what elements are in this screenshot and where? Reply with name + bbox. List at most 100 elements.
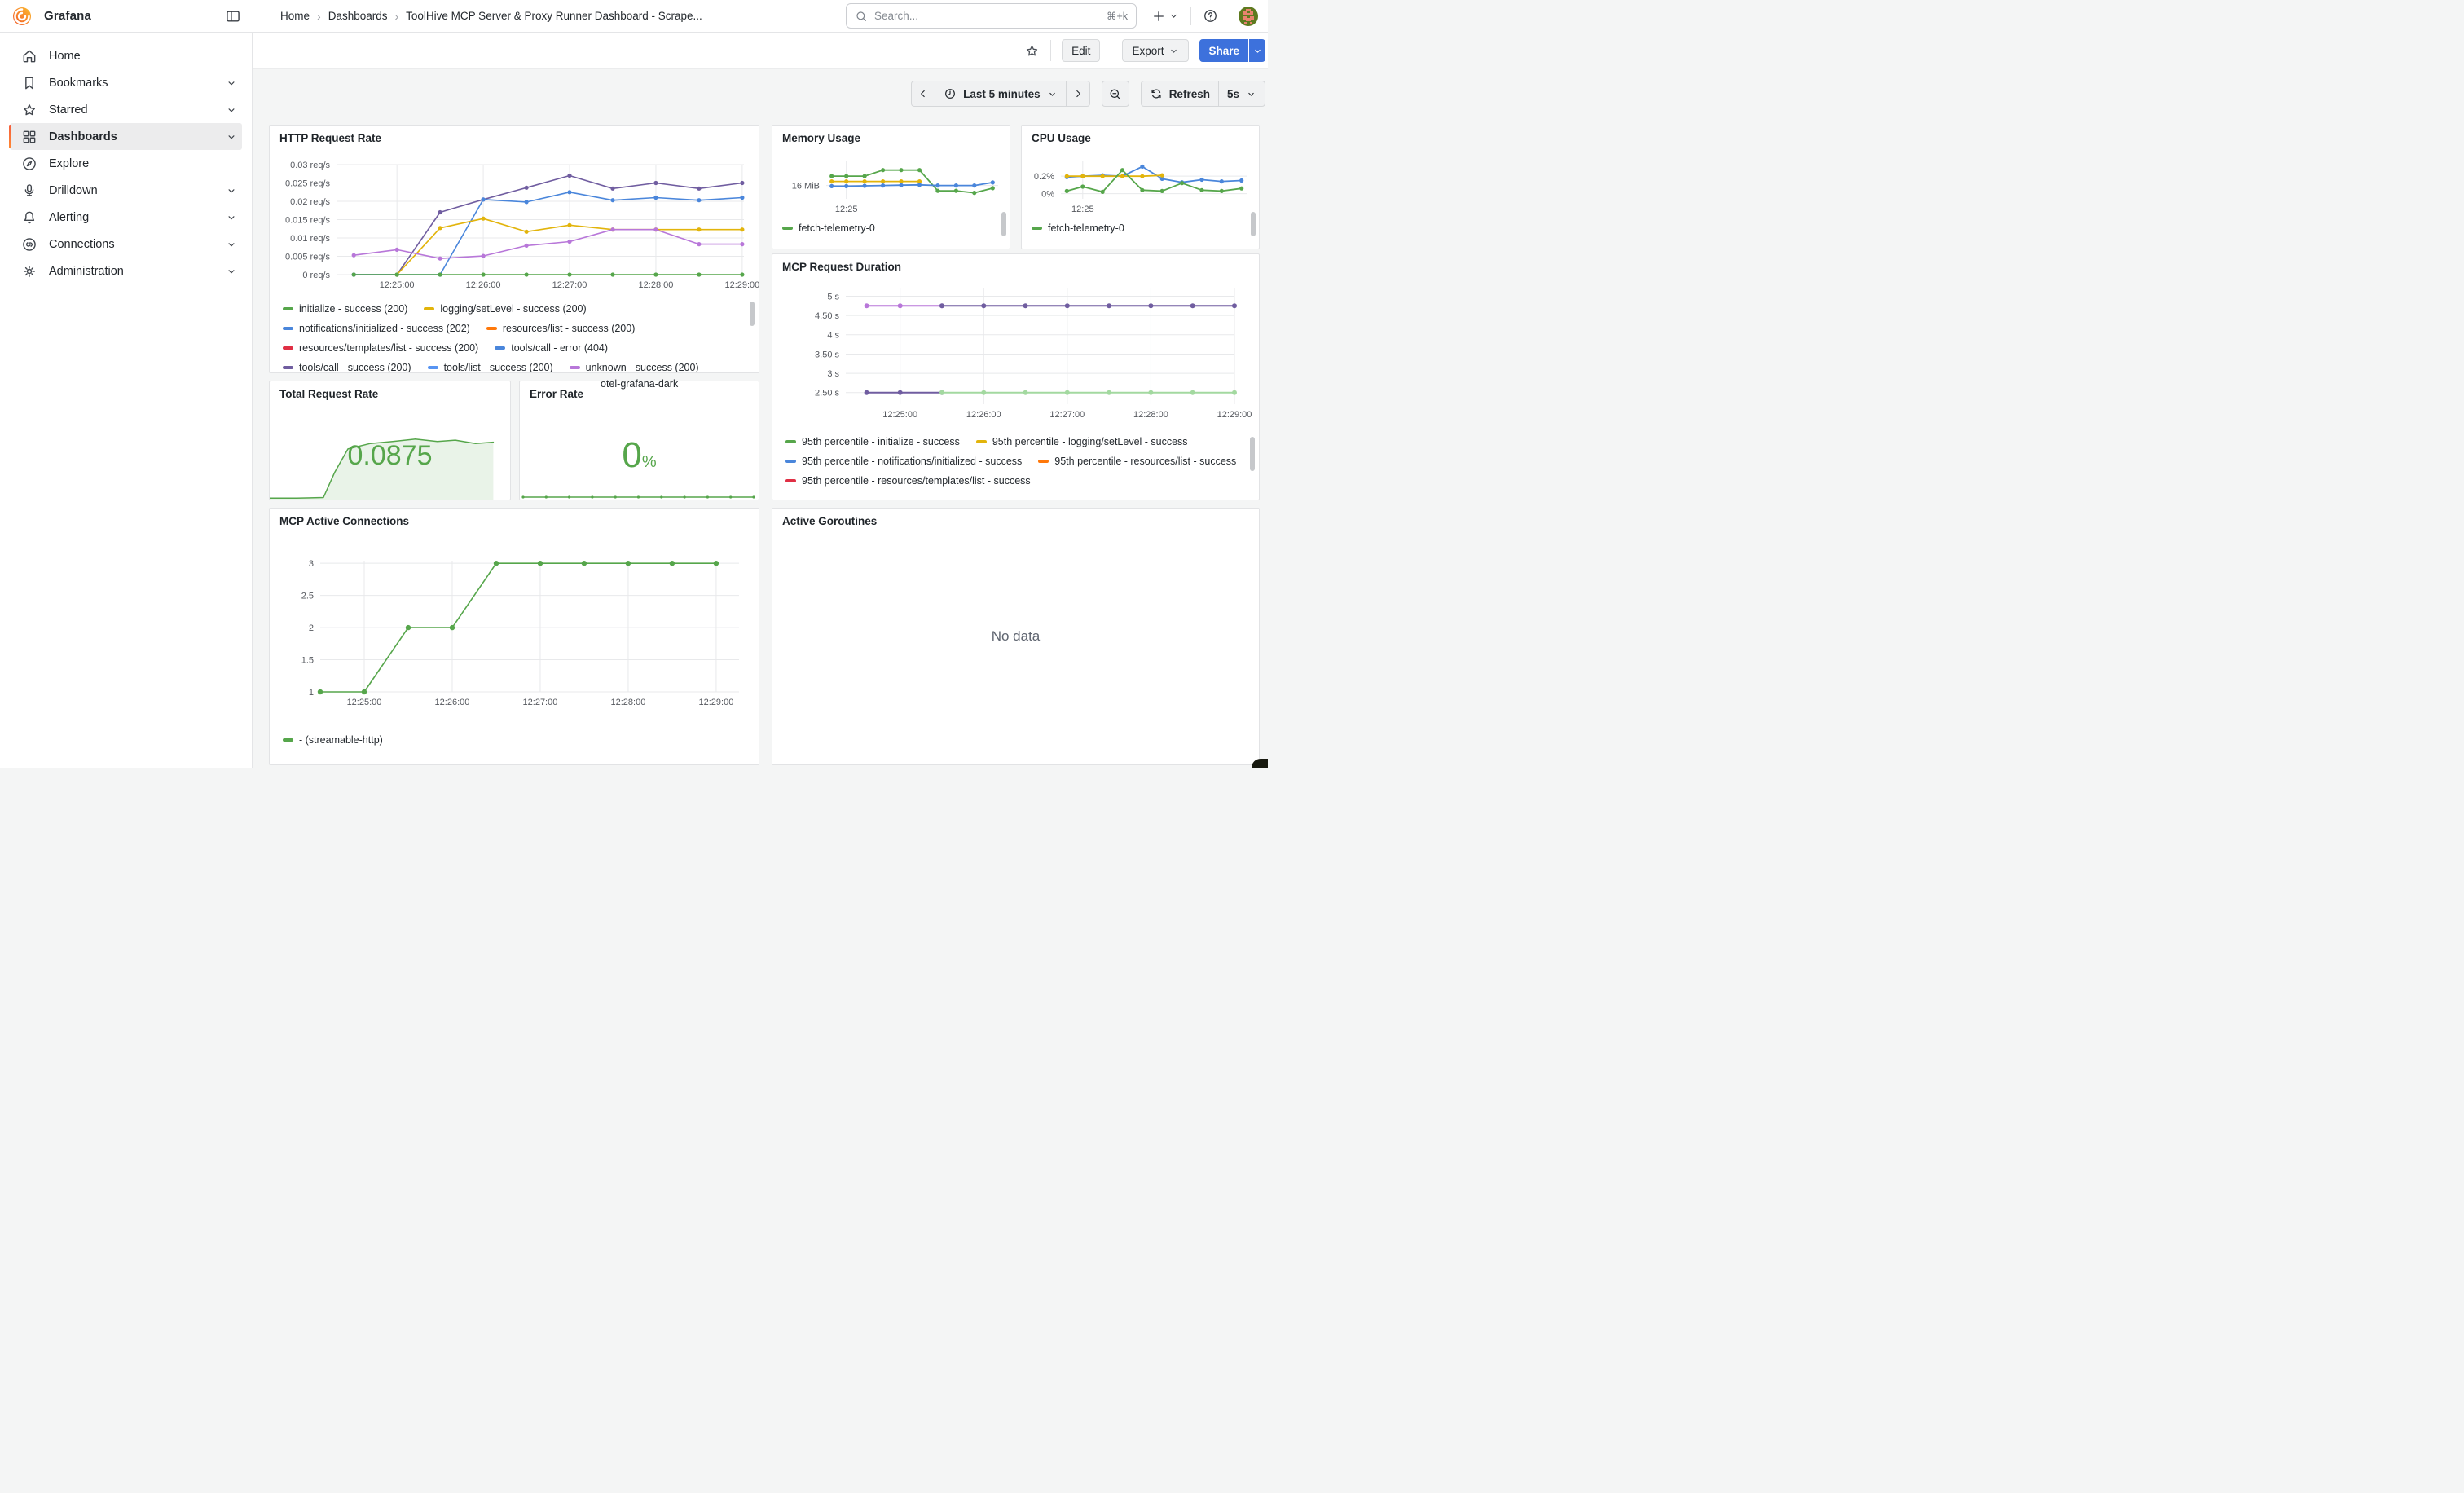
legend-item[interactable]: 95th percentile - resources/templates/li… (785, 471, 1031, 491)
legend-item[interactable]: fetch-telemetry-0 (1032, 218, 1124, 238)
svg-text:12:29:00: 12:29:00 (699, 698, 734, 707)
svg-text:3.50 s: 3.50 s (815, 350, 839, 359)
panel-title[interactable]: MCP Request Duration (782, 261, 901, 273)
chevron-down-icon (226, 239, 237, 250)
legend-swatch (785, 460, 796, 464)
grafana-logo-icon[interactable] (11, 6, 33, 27)
sidebar-item-home[interactable]: Home (10, 42, 242, 69)
svg-text:12:27:00: 12:27:00 (552, 280, 587, 290)
corner-widget[interactable] (1252, 759, 1268, 768)
legend-item[interactable]: logging/setLevel - success (200) (424, 299, 586, 319)
brand-area: Grafana (0, 0, 253, 32)
home-icon (21, 48, 37, 64)
legend-item[interactable]: tools/call - success (200) (283, 358, 411, 372)
sidebar-item-connections[interactable]: Connections (10, 231, 242, 258)
sidebar-item-label: Alerting (49, 211, 226, 224)
dashboard-content: Last 5 minutes Refresh 5s (253, 68, 1268, 768)
panel-http-request-rate: HTTP Request Rate 0.03 req/s0.025 req/s0… (269, 125, 759, 373)
legend-swatch (976, 440, 987, 444)
sidebar-item-alerting[interactable]: Alerting (10, 204, 242, 231)
panel-title[interactable]: Total Request Rate (279, 388, 378, 400)
svg-text:0 req/s: 0 req/s (302, 271, 330, 280)
legend-swatch (785, 479, 796, 483)
svg-text:0%: 0% (1041, 189, 1054, 199)
share-button[interactable]: Share (1199, 39, 1248, 62)
svg-text:4.50 s: 4.50 s (815, 311, 839, 321)
legend-item[interactable]: unknown - success (200) (570, 358, 699, 372)
export-button[interactable]: Export (1122, 39, 1189, 62)
legend-swatch (283, 307, 293, 311)
favorite-star-icon[interactable] (1024, 43, 1040, 59)
legend-item[interactable]: 95th percentile - initialize - success (785, 432, 960, 451)
legend-item[interactable]: - (streamable-http) (283, 730, 383, 750)
legend-scrollbar[interactable] (1001, 212, 1006, 236)
no-data-message: No data (772, 509, 1259, 764)
legend-item[interactable]: 95th percentile - logging/setLevel - suc… (976, 432, 1188, 451)
svg-text:2.50 s: 2.50 s (815, 389, 839, 399)
sidebar-item-starred[interactable]: Starred (10, 96, 242, 123)
legend-scrollbar[interactable] (1251, 212, 1256, 236)
panel-title[interactable]: Memory Usage (782, 132, 860, 144)
legend-item[interactable]: 95th percentile - resources/list - succe… (1038, 451, 1236, 471)
svg-text:12:26:00: 12:26:00 (435, 698, 470, 707)
refresh-interval-picker[interactable]: 5s (1218, 81, 1265, 107)
time-back-button[interactable] (911, 81, 935, 107)
refresh-icon (1150, 87, 1163, 100)
dock-sidebar-icon[interactable] (225, 8, 241, 24)
legend-item[interactable]: fetch-telemetry-0 (782, 218, 875, 238)
panel-title[interactable]: MCP Active Connections (279, 515, 409, 527)
legend-scrollbar[interactable] (750, 302, 755, 326)
legend-item[interactable]: tools/list - success (200) (428, 358, 553, 372)
legend-item[interactable]: resources/templates/list - success (200) (283, 338, 478, 358)
svg-text:12:26:00: 12:26:00 (966, 410, 1001, 420)
legend-item[interactable]: initialize - success (200) (283, 299, 407, 319)
legend-item[interactable]: notifications/initialized - success (202… (283, 319, 470, 338)
breadcrumb-item[interactable]: ToolHive MCP Server & Proxy Runner Dashb… (406, 10, 702, 22)
user-avatar[interactable] (1239, 7, 1258, 26)
legend-item[interactable]: tools/call - error (404) (495, 338, 608, 358)
chevron-down-icon (1047, 89, 1058, 99)
help-icon[interactable] (1199, 5, 1221, 27)
grafana-app: Grafana Home›Dashboards›ToolHive MCP Ser… (0, 0, 1268, 768)
panel-title[interactable]: HTTP Request Rate (279, 132, 381, 144)
sidebar-item-label: Administration (49, 265, 226, 278)
panel-title[interactable]: Active Goroutines (782, 515, 877, 527)
refresh-button[interactable]: Refresh (1141, 81, 1219, 107)
sidebar-item-explore[interactable]: Explore (10, 150, 242, 177)
zoom-out-button[interactable] (1102, 81, 1129, 107)
add-button[interactable] (1148, 6, 1182, 27)
legend-item[interactable]: resources/list - success (200) (486, 319, 636, 338)
sidebar-item-drilldown[interactable]: Drilldown (10, 177, 242, 204)
breadcrumb-item[interactable]: Dashboards (328, 10, 388, 22)
search-shortcut: ⌘+k (1107, 10, 1128, 22)
legend-item[interactable]: 95th percentile - notifications/initiali… (785, 451, 1022, 471)
sidebar-item-dashboards[interactable]: Dashboards (10, 123, 242, 150)
panel-title[interactable]: Error Rate (530, 388, 583, 400)
svg-text:3 s: 3 s (827, 369, 839, 379)
panel-title[interactable]: CPU Usage (1032, 132, 1091, 144)
breadcrumb-item[interactable]: Home (280, 10, 310, 22)
panel-mcp-request-duration: MCP Request Duration 5 s4.50 s4 s3.50 s3… (772, 253, 1260, 500)
panel-memory-usage: Memory Usage 16 MiB12:25 fetch-telemetry… (772, 125, 1010, 249)
svg-text:5 s: 5 s (827, 292, 839, 302)
search-input[interactable] (874, 10, 1107, 22)
duration-legend: 95th percentile - initialize - success95… (785, 432, 1241, 500)
svg-text:12:25:00: 12:25:00 (347, 698, 382, 707)
legend-scrollbar[interactable] (1250, 437, 1255, 471)
svg-text:12:28:00: 12:28:00 (1133, 410, 1168, 420)
search-icon (855, 10, 868, 23)
share-chevron-button[interactable] (1249, 39, 1265, 62)
time-range-picker[interactable]: Last 5 minutes (935, 81, 1067, 107)
svg-text:12:27:00: 12:27:00 (523, 698, 558, 707)
sidebar-item-bookmarks[interactable]: Bookmarks (10, 69, 242, 96)
search-box[interactable]: ⌘+k (846, 3, 1137, 29)
sidebar-item-administration[interactable]: Administration (10, 258, 242, 284)
sidebar-item-label: Dashboards (49, 130, 226, 143)
edit-button[interactable]: Edit (1062, 39, 1100, 62)
chevron-down-icon (226, 212, 237, 223)
time-range-group: Last 5 minutes (911, 81, 1090, 107)
time-controls: Last 5 minutes Refresh 5s (911, 81, 1265, 107)
time-forward-button[interactable] (1066, 81, 1090, 107)
chevron-down-icon (226, 266, 237, 277)
http-legend: initialize - success (200) logging/setLev… (283, 299, 744, 372)
